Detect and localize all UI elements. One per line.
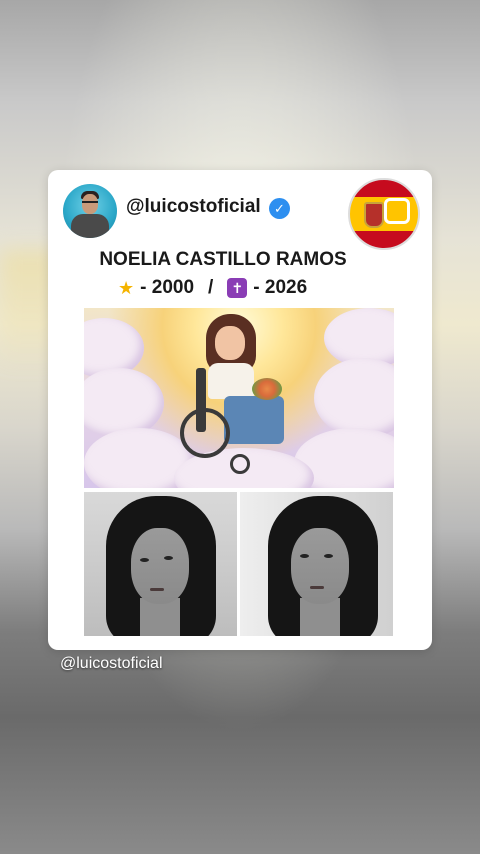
girl-legs (224, 396, 284, 444)
portrait-photo-right (240, 492, 393, 636)
star-icon: ★ (118, 277, 135, 298)
portrait-mouth (150, 588, 164, 591)
birth-year: - 2000 (140, 277, 195, 298)
flower-bouquet-icon (252, 378, 282, 400)
memorial-name: NOELIA CASTILLO RAMOS (99, 249, 347, 270)
cloud (314, 358, 394, 438)
death-year: - 2026 (253, 277, 308, 298)
portrait-eye (164, 556, 173, 560)
wheelchair-caster (230, 454, 250, 474)
memorial-card: @luicostoficial ✓ NOELIA CASTILLO RAMOS … (48, 170, 432, 650)
portrait-eye (324, 554, 333, 558)
life-dates: ★ - 2000 / ✝ - 2026 (118, 277, 307, 299)
username[interactable]: @luicostoficial (126, 196, 261, 218)
verified-badge-icon: ✓ (269, 198, 290, 219)
girl-face (215, 326, 245, 360)
avatar[interactable] (63, 184, 117, 238)
latin-cross-icon: ✝ (227, 278, 248, 298)
portrait-mouth (310, 586, 324, 589)
creator-credit[interactable]: @luicostoficial (60, 655, 163, 673)
portrait-face (131, 528, 189, 604)
heaven-illustration (84, 308, 394, 488)
wheelchair-wheel (180, 408, 230, 458)
cloud (84, 368, 164, 438)
coat-of-arms-icon (364, 202, 384, 228)
instagram-icon (384, 198, 410, 224)
girl-shirt (208, 363, 254, 399)
portrait-face (291, 528, 349, 604)
portrait-eye (140, 558, 149, 562)
date-separator: / (208, 277, 214, 298)
avatar-body (71, 214, 109, 238)
avatar-glasses (82, 201, 98, 207)
portrait-eye (300, 554, 309, 558)
spain-flag-icon (348, 178, 420, 250)
portrait-photo-left (84, 492, 237, 636)
